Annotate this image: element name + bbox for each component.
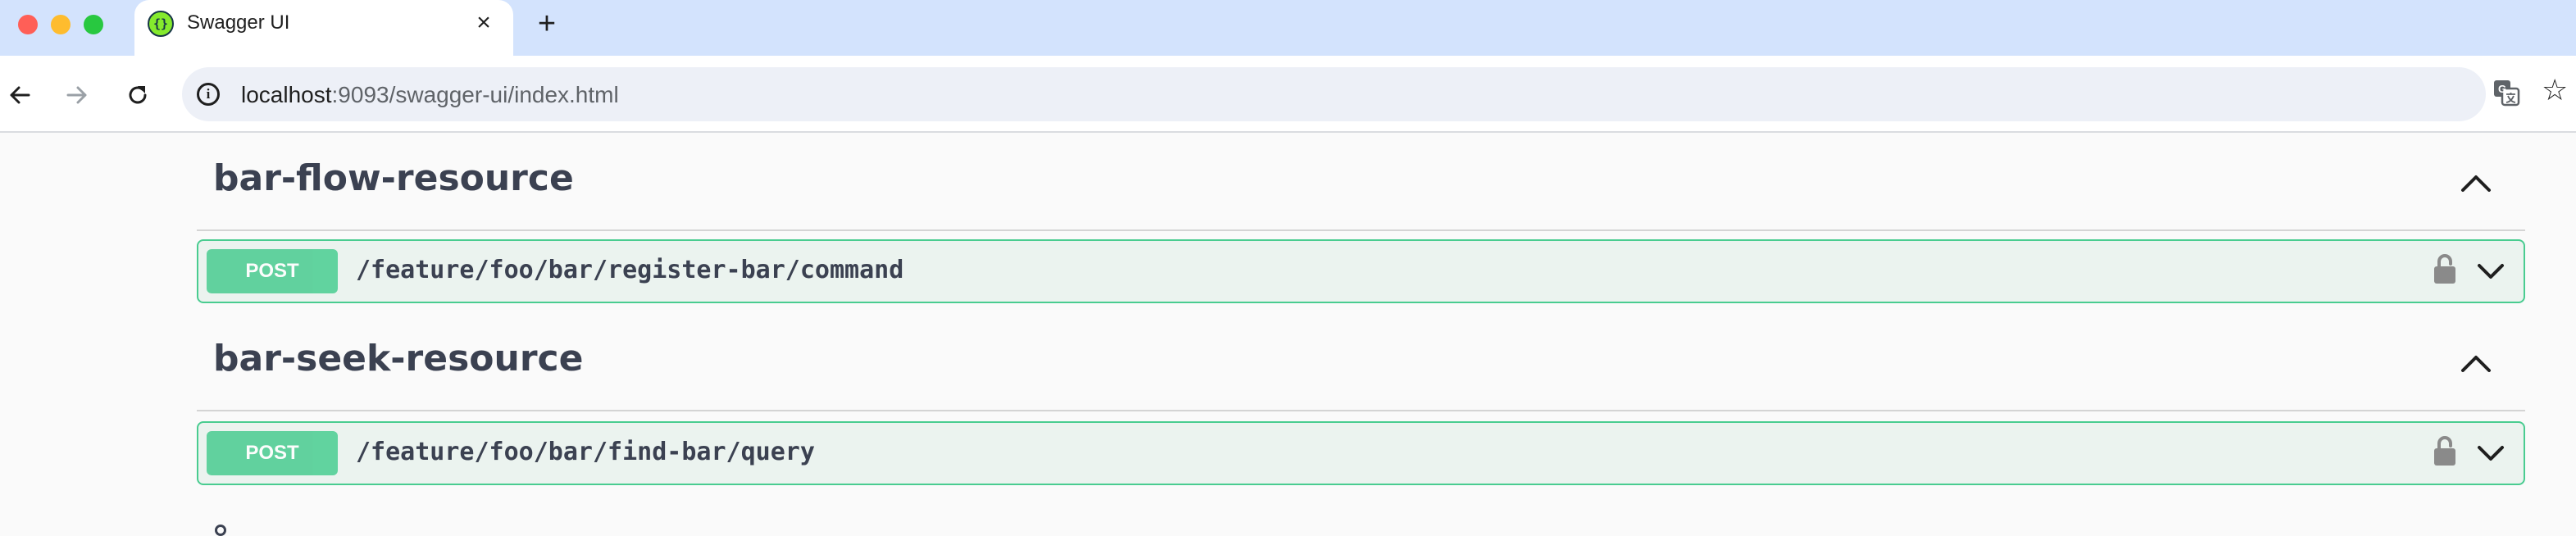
method-badge: POST (207, 249, 338, 293)
operation-post-find-bar[interactable]: POST /feature/foo/bar/find-bar/query (197, 421, 2525, 485)
operation-path: /feature/foo/bar/find-bar/query (356, 438, 815, 466)
browser-toolbar: i localhost:9093/swagger-ui/index.html G… (0, 56, 2576, 133)
chevron-down-icon[interactable] (2474, 254, 2507, 287)
arrow-right-icon (66, 86, 87, 104)
browser-tab[interactable]: {} Swagger UI × (134, 0, 513, 56)
tab-title: Swagger UI (187, 11, 290, 34)
site-info-icon[interactable]: i (197, 83, 220, 106)
bookmark-star-icon[interactable]: ☆ (2542, 74, 2568, 107)
new-tab-button[interactable]: + (530, 7, 564, 41)
tag-title: bar-seek-resource (213, 338, 584, 379)
lock-icon[interactable] (2432, 434, 2458, 467)
maximize-window-button[interactable] (84, 15, 103, 34)
lock-icon[interactable] (2432, 252, 2458, 285)
reload-button[interactable] (118, 75, 157, 115)
tag-header-bar-seek-resource[interactable]: bar-seek-resource (197, 316, 2525, 411)
close-window-button[interactable] (18, 15, 38, 34)
reload-icon (129, 86, 147, 104)
forward-button[interactable] (57, 75, 97, 115)
tag-title: bar-flow-resource (213, 157, 574, 199)
translate-icon[interactable]: G (2492, 79, 2520, 107)
chevron-up-icon[interactable] (2456, 164, 2496, 203)
url-text[interactable]: localhost:9093/swagger-ui/index.html (241, 82, 619, 108)
svg-text:G: G (2498, 83, 2506, 95)
chevron-down-icon[interactable] (2474, 436, 2507, 469)
close-tab-icon[interactable]: × (469, 8, 498, 38)
tag-header-bar-flow-resource[interactable]: bar-flow-resource (197, 136, 2525, 231)
method-badge: POST (207, 431, 338, 475)
minimize-window-button[interactable] (51, 15, 71, 34)
arrow-left-icon (10, 86, 30, 104)
operation-post-register-bar[interactable]: POST /feature/foo/bar/register-bar/comma… (197, 239, 2525, 303)
browser-tab-strip: {} Swagger UI × + (0, 0, 2576, 56)
back-button[interactable] (0, 75, 39, 115)
swagger-icon: {} (148, 11, 174, 37)
chevron-up-icon[interactable] (2456, 344, 2496, 384)
operation-path: /feature/foo/bar/register-bar/command (356, 256, 904, 284)
address-bar[interactable]: i localhost:9093/swagger-ui/index.html (182, 67, 2486, 121)
